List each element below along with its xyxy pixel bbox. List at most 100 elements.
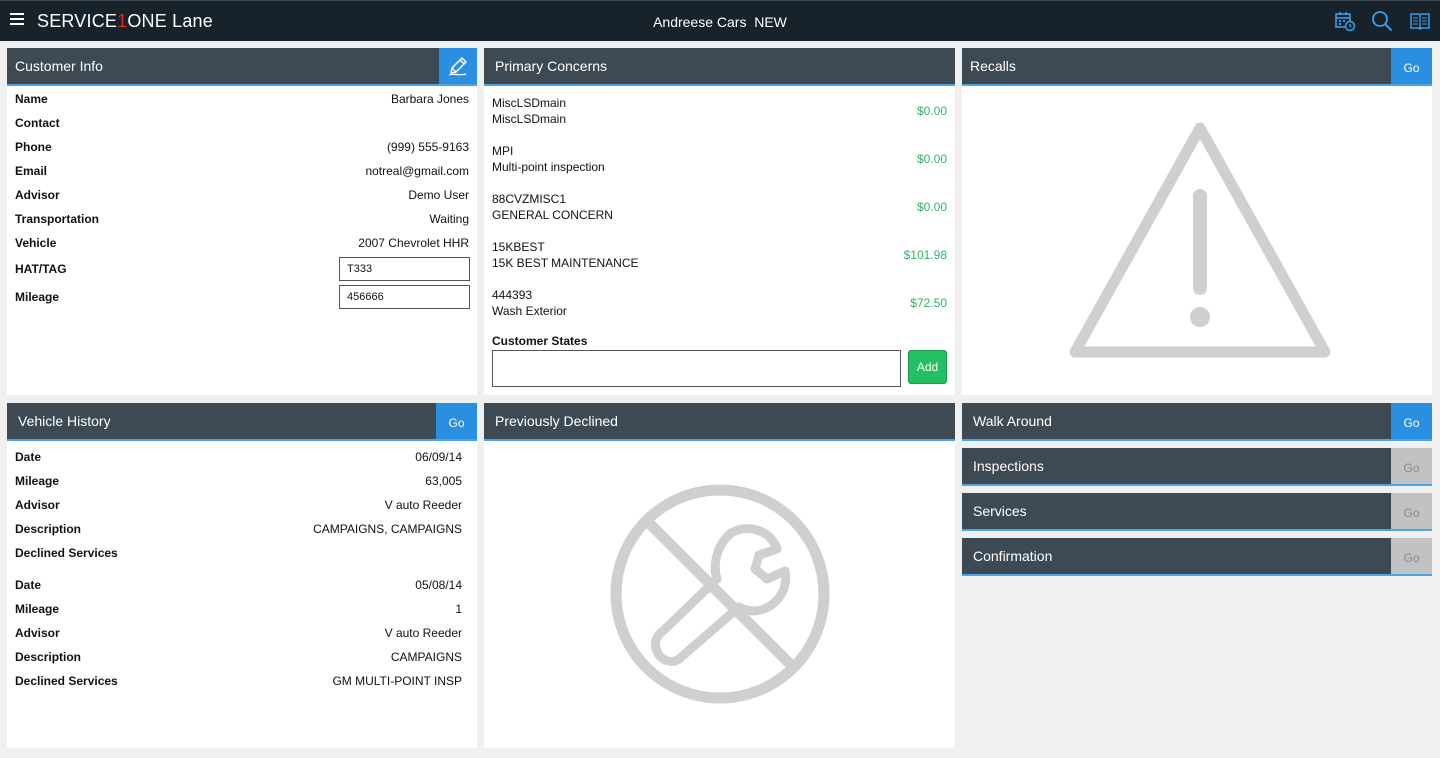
name-value: Barbara Jones: [390, 92, 469, 106]
add-state-button[interactable]: Add: [908, 350, 947, 384]
mileage-value: 1: [455, 602, 462, 616]
mileage-label: Mileage: [15, 290, 60, 304]
concern-item[interactable]: MPI Multi-point inspection $0.00: [492, 144, 947, 178]
no-wrench-icon: [610, 484, 830, 704]
date-value: 06/09/14: [415, 450, 462, 464]
advisor-value: Demo User: [408, 188, 469, 202]
concern-item[interactable]: MiscLSDmain MiscLSDmain $0.00: [492, 96, 947, 130]
history-description-row: Description CAMPAIGNS: [15, 650, 462, 666]
date-label: Date: [15, 578, 42, 592]
transportation-label: Transportation: [15, 212, 100, 226]
previously-declined-header: Previously Declined: [484, 403, 955, 441]
history-mileage-row: Mileage 1: [15, 602, 462, 618]
concern-price: $0.00: [916, 152, 947, 166]
vehicle-history-header: Vehicle History Go: [7, 403, 477, 441]
calendar-clock-icon[interactable]: [1334, 10, 1356, 32]
description-label: Description: [15, 522, 82, 536]
customer-name-row: Name Barbara Jones: [15, 92, 469, 108]
advisor-label: Advisor: [15, 188, 60, 202]
primary-concerns-panel: Primary Concerns MiscLSDmain MiscLSDmain…: [484, 48, 955, 395]
email-value: notreal@gmail.com: [365, 164, 469, 178]
recalls-panel: Recalls Go: [962, 48, 1432, 395]
vehicle-history-panel: Vehicle History Go Date 06/09/14 Mileage…: [7, 403, 477, 748]
walk-around-title: Walk Around: [973, 413, 1052, 429]
concern-price: $72.50: [910, 296, 947, 310]
customer-email-row: Email notreal@gmail.com: [15, 164, 469, 180]
concern-desc: Multi-point inspection: [492, 160, 605, 174]
services-title: Services: [973, 503, 1027, 519]
customer-states-input[interactable]: [492, 350, 901, 387]
concern-desc: 15K BEST MAINTENANCE: [492, 256, 639, 270]
services-strip: Services Go: [962, 493, 1432, 531]
phone-value: (999) 555-9163: [386, 140, 469, 154]
advisor-value: V auto Reeder: [384, 626, 462, 640]
book-icon[interactable]: [1409, 10, 1431, 32]
concern-code: MPI: [492, 144, 514, 158]
previously-declined-title: Previously Declined: [495, 413, 618, 429]
history-advisor-row: Advisor V auto Reeder: [15, 498, 462, 514]
concern-item[interactable]: 444393 Wash Exterior $72.50: [492, 288, 947, 322]
recalls-title: Recalls: [970, 58, 1016, 74]
mileage-label: Mileage: [15, 474, 60, 488]
top-bar: SERVICE1ONE Lane Andreese Cars NEW: [0, 0, 1440, 41]
confirmation-title: Confirmation: [973, 548, 1053, 564]
concern-desc: GENERAL CONCERN: [492, 208, 613, 222]
inspections-go-button[interactable]: Go: [1391, 448, 1432, 484]
concern-price: $101.98: [903, 248, 947, 262]
concern-code: 444393: [492, 288, 533, 302]
recalls-header: Recalls Go: [962, 48, 1432, 86]
concern-price: $0.00: [916, 104, 947, 118]
history-declined-row: Declined Services GM MULTI-POINT INSP: [15, 674, 462, 690]
declined-label: Declined Services: [15, 546, 118, 560]
mileage-input[interactable]: 456666: [339, 285, 470, 309]
history-declined-row: Declined Services: [15, 546, 462, 562]
previously-declined-panel: Previously Declined: [484, 403, 955, 748]
transportation-value: Waiting: [429, 212, 469, 226]
email-label: Email: [15, 164, 48, 178]
customer-contact-row: Contact: [15, 116, 469, 132]
mileage-label: Mileage: [15, 602, 60, 616]
services-go-button[interactable]: Go: [1391, 493, 1432, 529]
advisor-label: Advisor: [15, 498, 60, 512]
walk-around-go-button[interactable]: Go: [1391, 403, 1432, 439]
recalls-go-button[interactable]: Go: [1391, 48, 1432, 84]
concern-price: $0.00: [916, 200, 947, 214]
hat-tag-input[interactable]: T333: [339, 257, 470, 281]
edit-customer-button[interactable]: [439, 48, 477, 84]
customer-transportation-row: Transportation Waiting: [15, 212, 469, 228]
confirmation-strip: Confirmation Go: [962, 538, 1432, 576]
customer-vehicle-row: Vehicle 2007 Chevrolet HHR: [15, 236, 469, 252]
description-value: CAMPAIGNS: [390, 650, 462, 664]
advisor-value: V auto Reeder: [384, 498, 462, 512]
history-description-row: Description CAMPAIGNS, CAMPAIGNS: [15, 522, 462, 538]
advisor-label: Advisor: [15, 626, 60, 640]
history-advisor-row: Advisor V auto Reeder: [15, 626, 462, 642]
concern-code: MiscLSDmain: [492, 96, 567, 110]
date-label: Date: [15, 450, 42, 464]
contact-label: Contact: [15, 116, 60, 130]
concern-code: 88CVZMISC1: [492, 192, 567, 206]
vehicle-history-go-button[interactable]: Go: [436, 403, 477, 439]
warning-triangle-icon: [1069, 122, 1331, 358]
mileage-value: 63,005: [425, 474, 462, 488]
customer-phone-row: Phone (999) 555-9163: [15, 140, 469, 156]
history-date-row: Date 05/08/14: [15, 578, 462, 594]
description-label: Description: [15, 650, 82, 664]
history-mileage-row: Mileage 63,005: [15, 474, 462, 490]
name-label: Name: [15, 92, 48, 106]
inspections-strip: Inspections Go: [962, 448, 1432, 486]
confirmation-go-button[interactable]: Go: [1391, 538, 1432, 574]
declined-value: GM MULTI-POINT INSP: [332, 674, 462, 688]
history-date-row: Date 06/09/14: [15, 450, 462, 466]
vehicle-label: Vehicle: [15, 236, 57, 250]
concern-code: 15KBEST: [492, 240, 545, 254]
inspections-title: Inspections: [973, 458, 1044, 474]
primary-concerns-header: Primary Concerns: [484, 48, 955, 86]
edit-pen-icon: [448, 57, 467, 76]
concern-item[interactable]: 15KBEST 15K BEST MAINTENANCE $101.98: [492, 240, 947, 274]
customer-info-header: Customer Info: [7, 48, 477, 86]
customer-states-label: Customer States: [492, 334, 588, 348]
concern-item[interactable]: 88CVZMISC1 GENERAL CONCERN $0.00: [492, 192, 947, 226]
concern-desc: MiscLSDmain: [492, 112, 567, 126]
search-icon[interactable]: [1371, 10, 1393, 32]
